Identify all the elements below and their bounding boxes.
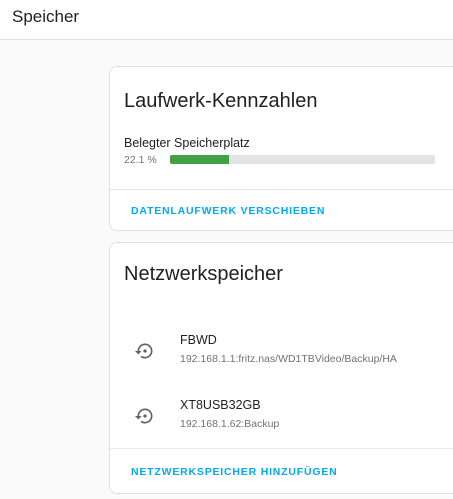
network-share-path: 192.168.1.62:Backup [180,418,280,430]
move-data-disk-button[interactable]: DATENLAUFWERK VERSCHIEBEN [131,205,325,217]
used-storage-percent: 22.1 % [124,154,157,166]
card-actions-divider [110,189,453,190]
network-share-path: 192.168.1.1:fritz.nas/WD1TBVideo/Backup/… [180,353,397,365]
network-share-item-fbwd[interactable]: FBWD 192.168.1.1:fritz.nas/WD1TBVideo/Ba… [110,333,453,383]
add-network-storage-button[interactable]: NETZWERKSPEICHER HINZUFÜGEN [131,466,338,478]
backup-restore-icon [135,343,153,359]
network-share-name: FBWD [180,333,217,347]
used-storage-label: Belegter Speicherplatz [124,136,250,150]
network-share-item-xt8usb32gb[interactable]: XT8USB32GB 192.168.1.62:Backup [110,398,453,448]
used-storage-progress-bar [170,155,435,164]
network-share-name: XT8USB32GB [180,398,261,412]
top-app-bar: Speicher [0,0,453,40]
backup-restore-icon [135,408,153,424]
drive-metrics-card: Laufwerk-Kennzahlen Belegter Speicherpla… [109,66,453,231]
card-actions-divider [110,448,453,449]
network-storage-card: Netzwerkspeicher FBWD 192.168.1.1:fritz.… [109,242,453,494]
network-storage-title: Netzwerkspeicher [124,263,283,285]
page-title: Speicher [12,7,80,26]
drive-metrics-title: Laufwerk-Kennzahlen [124,90,318,112]
used-storage-progress-fill [170,155,229,164]
